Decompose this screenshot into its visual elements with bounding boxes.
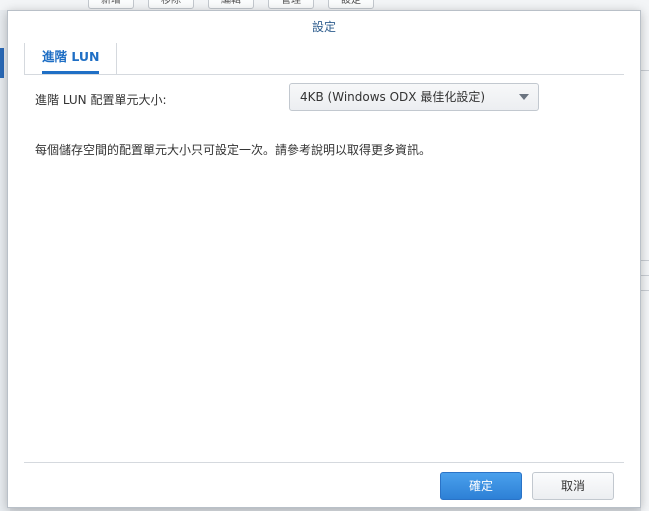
tab-bar: 進階 LUN xyxy=(24,43,624,75)
background-remove-button: 移除 xyxy=(148,0,194,9)
dialog-title: 設定 xyxy=(8,11,640,43)
cancel-button[interactable]: 取消 xyxy=(532,472,614,500)
background-sidebar-selection xyxy=(0,48,4,78)
footer-divider xyxy=(24,462,624,463)
block-size-select[interactable]: 4KB (Windows ODX 最佳化設定) xyxy=(289,83,539,111)
background-settings-button: 設定 xyxy=(328,0,374,9)
active-tab-indicator xyxy=(42,71,100,74)
background-edit-button: 編輯 xyxy=(208,0,254,9)
settings-dialog: 設定 進階 LUN 進階 LUN 配置單元大小: 4KB (Windows OD… xyxy=(7,10,641,508)
ok-button[interactable]: 確定 xyxy=(440,472,522,500)
block-size-label: 進階 LUN 配置單元大小: xyxy=(35,93,167,107)
block-size-note: 每個儲存空間的配置單元大小只可設定一次。請參考說明以取得更多資訊。 xyxy=(35,143,432,157)
tab-advanced-lun-label: 進階 LUN xyxy=(42,49,100,64)
block-size-selected-value: 4KB (Windows ODX 最佳化設定) xyxy=(300,90,486,104)
background-list-edge xyxy=(641,10,649,511)
background-add-button: 新增 xyxy=(88,0,134,9)
background-manage-button: 管理 xyxy=(268,0,314,9)
chevron-down-icon[interactable] xyxy=(519,94,529,100)
tab-advanced-lun[interactable]: 進階 LUN xyxy=(24,43,118,74)
